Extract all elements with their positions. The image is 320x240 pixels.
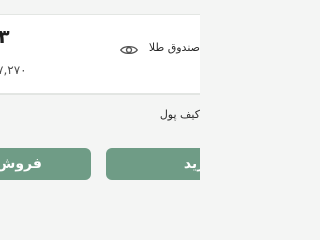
section-divider bbox=[0, 94, 200, 95]
sell-button-label: فروش bbox=[0, 156, 42, 172]
fund-title: صندوق طلا bbox=[148, 41, 200, 54]
buy-button-label: خرید bbox=[183, 156, 200, 172]
sell-button[interactable]: فروش bbox=[0, 148, 91, 180]
gold-fund-screen: صندوق طلا ۳ ۷,۲۷۰ کیف پول خرید فروش bbox=[0, 0, 200, 200]
wallet-label: کیف پول bbox=[159, 108, 200, 121]
eye-icon[interactable] bbox=[120, 43, 138, 57]
balance-amount: ۷,۲۷۰ bbox=[0, 63, 27, 77]
buy-button[interactable]: خرید bbox=[106, 148, 200, 180]
fund-card bbox=[0, 14, 200, 94]
balance-number: ۳ bbox=[0, 26, 10, 48]
